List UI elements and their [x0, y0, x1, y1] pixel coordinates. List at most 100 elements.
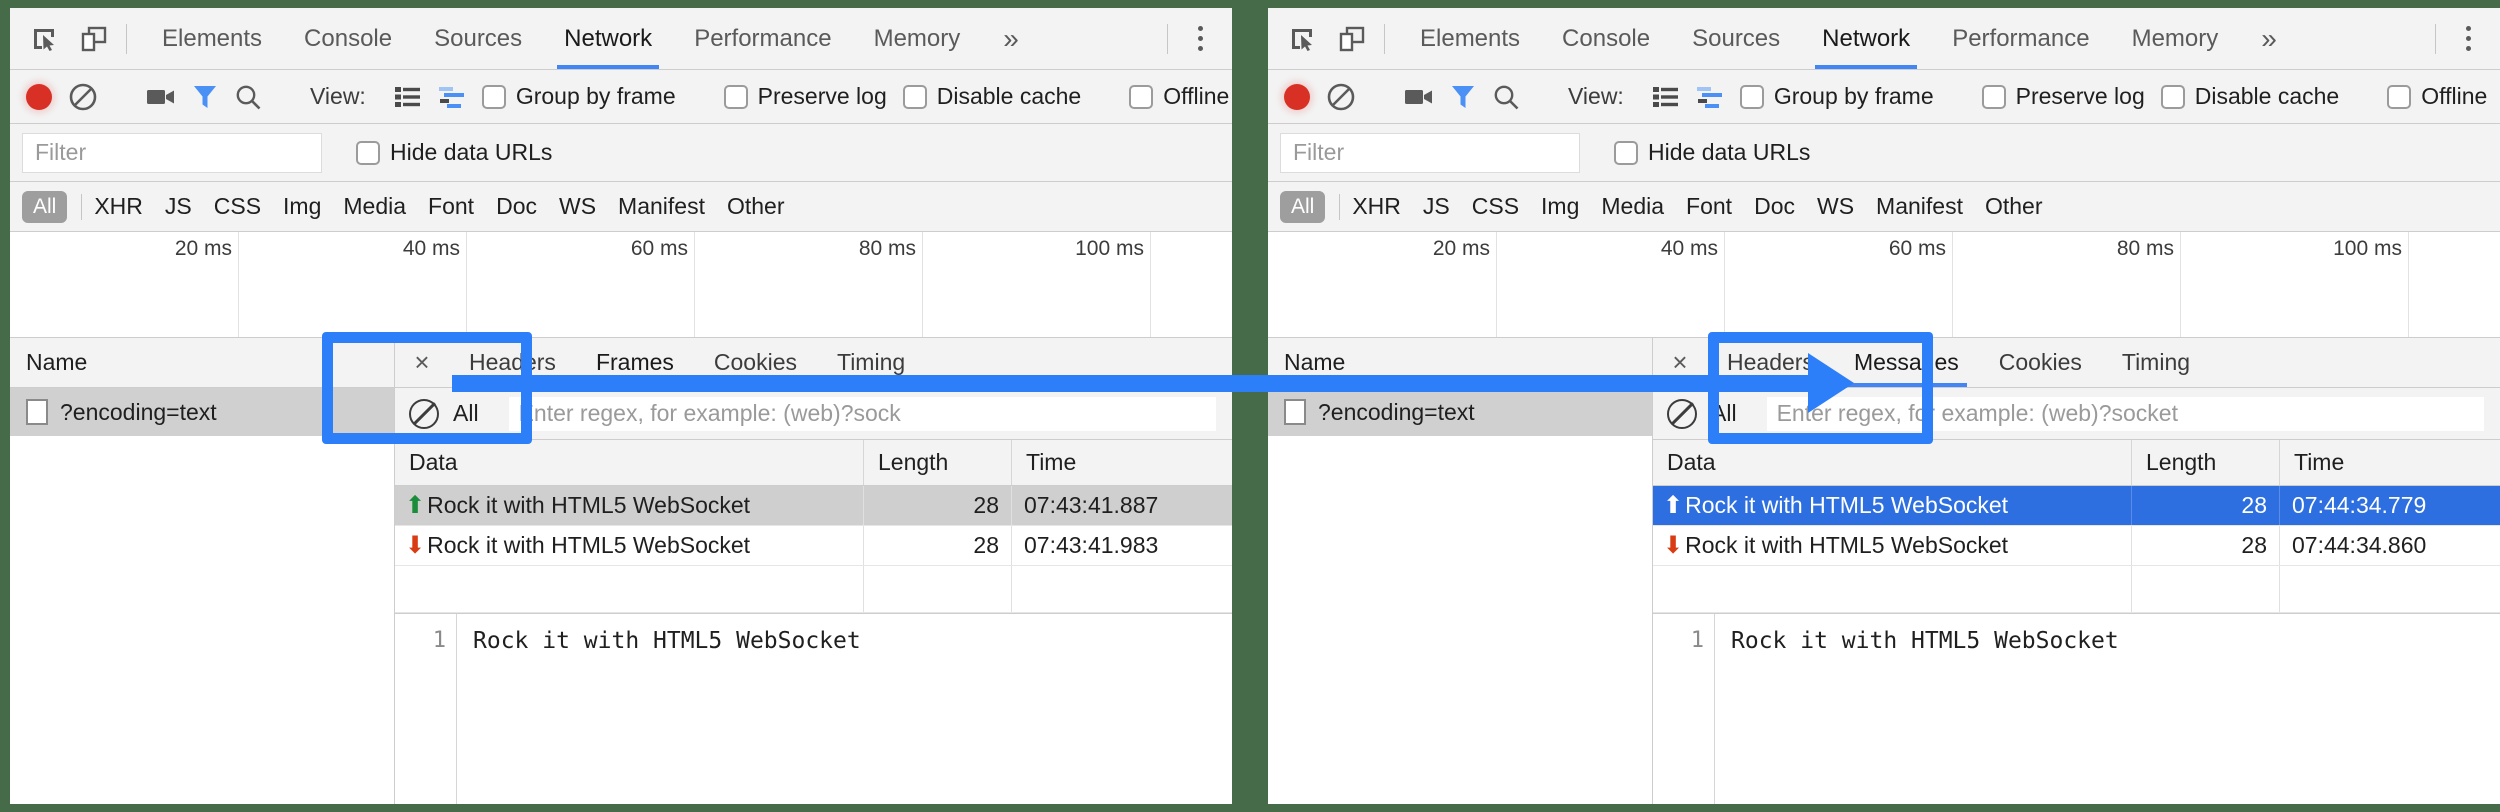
kebab-menu-icon[interactable]	[1182, 21, 1218, 57]
tab-network[interactable]: Network	[543, 8, 673, 69]
camera-icon[interactable]	[1404, 86, 1434, 108]
type-filter-doc[interactable]: Doc	[496, 193, 537, 220]
type-filter-ws[interactable]: WS	[1817, 193, 1854, 220]
type-filter-other[interactable]: Other	[1985, 193, 2043, 220]
funnel-icon[interactable]	[192, 83, 218, 111]
table-row[interactable]: ⬆ Rock it with HTML5 WebSocket 28 07:43:…	[395, 486, 1232, 526]
ws-filter-all-label[interactable]: All	[1711, 400, 1737, 427]
record-icon[interactable]	[1284, 84, 1310, 110]
detail-tab-timing[interactable]: Timing	[2102, 338, 2210, 387]
checkbox-box[interactable]	[903, 85, 927, 109]
tab-elements[interactable]: Elements	[1399, 8, 1541, 69]
column-header-time[interactable]: Time	[1012, 440, 1232, 485]
ws-regex-input[interactable]: Enter regex, for example: (web)?socket	[1767, 397, 2484, 431]
request-row[interactable]: ?encoding=text	[10, 388, 394, 436]
checkbox-box[interactable]	[2387, 85, 2411, 109]
clear-icon[interactable]	[68, 82, 98, 112]
list-view-icon[interactable]	[394, 85, 422, 109]
preserve-log-checkbox[interactable]: Preserve log	[724, 83, 887, 110]
type-filter-css[interactable]: CSS	[214, 193, 261, 220]
list-view-icon[interactable]	[1652, 85, 1680, 109]
checkbox-box[interactable]	[724, 85, 748, 109]
tab-memory[interactable]: Memory	[2111, 8, 2240, 69]
funnel-icon[interactable]	[1450, 83, 1476, 111]
hide-data-urls-checkbox[interactable]: Hide data URLs	[356, 139, 552, 166]
type-filter-font[interactable]: Font	[428, 193, 474, 220]
device-toolbar-icon[interactable]	[1334, 21, 1370, 57]
hide-data-urls-checkbox[interactable]: Hide data URLs	[1614, 139, 1810, 166]
type-filter-media[interactable]: Media	[1601, 193, 1664, 220]
tab-console[interactable]: Console	[283, 8, 413, 69]
column-header-length[interactable]: Length	[2132, 440, 2280, 485]
table-row[interactable]: ⬇ Rock it with HTML5 WebSocket 28 07:44:…	[1653, 526, 2500, 566]
group-by-frame-checkbox[interactable]: Group by frame	[1740, 83, 1934, 110]
type-filter-xhr[interactable]: XHR	[1352, 193, 1401, 220]
type-filter-xhr[interactable]: XHR	[94, 193, 143, 220]
ws-regex-input[interactable]: Enter regex, for example: (web)?sock	[509, 397, 1216, 431]
checkbox-box[interactable]	[1614, 141, 1638, 165]
type-filter-js[interactable]: JS	[1423, 193, 1450, 220]
offline-checkbox[interactable]: Offline	[1129, 83, 1229, 110]
table-row[interactable]: ⬇ Rock it with HTML5 WebSocket 28 07:43:…	[395, 526, 1232, 566]
type-filter-ws[interactable]: WS	[559, 193, 596, 220]
detail-tab-messages[interactable]: Messages	[1834, 338, 1979, 387]
type-filter-all[interactable]: All	[1280, 191, 1325, 223]
filter-input[interactable]: Filter	[22, 133, 322, 173]
checkbox-box[interactable]	[1982, 85, 2006, 109]
group-by-frame-checkbox[interactable]: Group by frame	[482, 83, 676, 110]
type-filter-other[interactable]: Other	[727, 193, 785, 220]
detail-tab-frames[interactable]: Frames	[576, 338, 694, 387]
tab-sources[interactable]: Sources	[413, 8, 543, 69]
offline-checkbox[interactable]: Offline	[2387, 83, 2487, 110]
record-icon[interactable]	[26, 84, 52, 110]
tab-memory[interactable]: Memory	[853, 8, 982, 69]
type-filter-img[interactable]: Img	[283, 193, 321, 220]
type-filter-font[interactable]: Font	[1686, 193, 1732, 220]
disable-cache-checkbox[interactable]: Disable cache	[2161, 83, 2339, 110]
type-filter-img[interactable]: Img	[1541, 193, 1579, 220]
more-tabs-chevron-icon[interactable]: »	[2239, 8, 2299, 69]
device-toolbar-icon[interactable]	[76, 21, 112, 57]
inspect-element-icon[interactable]	[1284, 21, 1320, 57]
detail-tab-timing[interactable]: Timing	[817, 338, 925, 387]
type-filter-media[interactable]: Media	[343, 193, 406, 220]
tab-console[interactable]: Console	[1541, 8, 1671, 69]
more-tabs-chevron-icon[interactable]: »	[981, 8, 1041, 69]
type-filter-css[interactable]: CSS	[1472, 193, 1519, 220]
tab-sources[interactable]: Sources	[1671, 8, 1801, 69]
waterfall-view-icon[interactable]	[438, 85, 466, 109]
filter-input[interactable]: Filter	[1280, 133, 1580, 173]
checkbox-box[interactable]	[356, 141, 380, 165]
detail-tab-cookies[interactable]: Cookies	[1979, 338, 2102, 387]
type-filter-all[interactable]: All	[22, 191, 67, 223]
search-icon[interactable]	[234, 83, 262, 111]
type-filter-doc[interactable]: Doc	[1754, 193, 1795, 220]
detail-tab-headers[interactable]: Headers	[1707, 338, 1834, 387]
tab-performance[interactable]: Performance	[673, 8, 852, 69]
checkbox-box[interactable]	[482, 85, 506, 109]
search-icon[interactable]	[1492, 83, 1520, 111]
type-filter-manifest[interactable]: Manifest	[618, 193, 705, 220]
kebab-menu-icon[interactable]	[2450, 21, 2486, 57]
detail-tab-cookies[interactable]: Cookies	[694, 338, 817, 387]
waterfall-view-icon[interactable]	[1696, 85, 1724, 109]
column-header-data[interactable]: Data	[395, 440, 864, 485]
table-row[interactable]: ⬆ Rock it with HTML5 WebSocket 28 07:44:…	[1653, 486, 2500, 526]
request-row[interactable]: ?encoding=text	[1268, 388, 1652, 436]
close-icon[interactable]: ×	[1653, 347, 1707, 378]
column-header-data[interactable]: Data	[1653, 440, 2132, 485]
disable-cache-checkbox[interactable]: Disable cache	[903, 83, 1081, 110]
type-filter-js[interactable]: JS	[165, 193, 192, 220]
detail-tab-headers[interactable]: Headers	[449, 338, 576, 387]
checkbox-box[interactable]	[2161, 85, 2185, 109]
clear-icon[interactable]	[1326, 82, 1356, 112]
tab-network[interactable]: Network	[1801, 8, 1931, 69]
preserve-log-checkbox[interactable]: Preserve log	[1982, 83, 2145, 110]
tab-elements[interactable]: Elements	[141, 8, 283, 69]
ws-filter-all-label[interactable]: All	[453, 400, 479, 427]
type-filter-manifest[interactable]: Manifest	[1876, 193, 1963, 220]
close-icon[interactable]: ×	[395, 347, 449, 378]
inspect-element-icon[interactable]	[26, 21, 62, 57]
column-header-time[interactable]: Time	[2280, 440, 2500, 485]
checkbox-box[interactable]	[1740, 85, 1764, 109]
